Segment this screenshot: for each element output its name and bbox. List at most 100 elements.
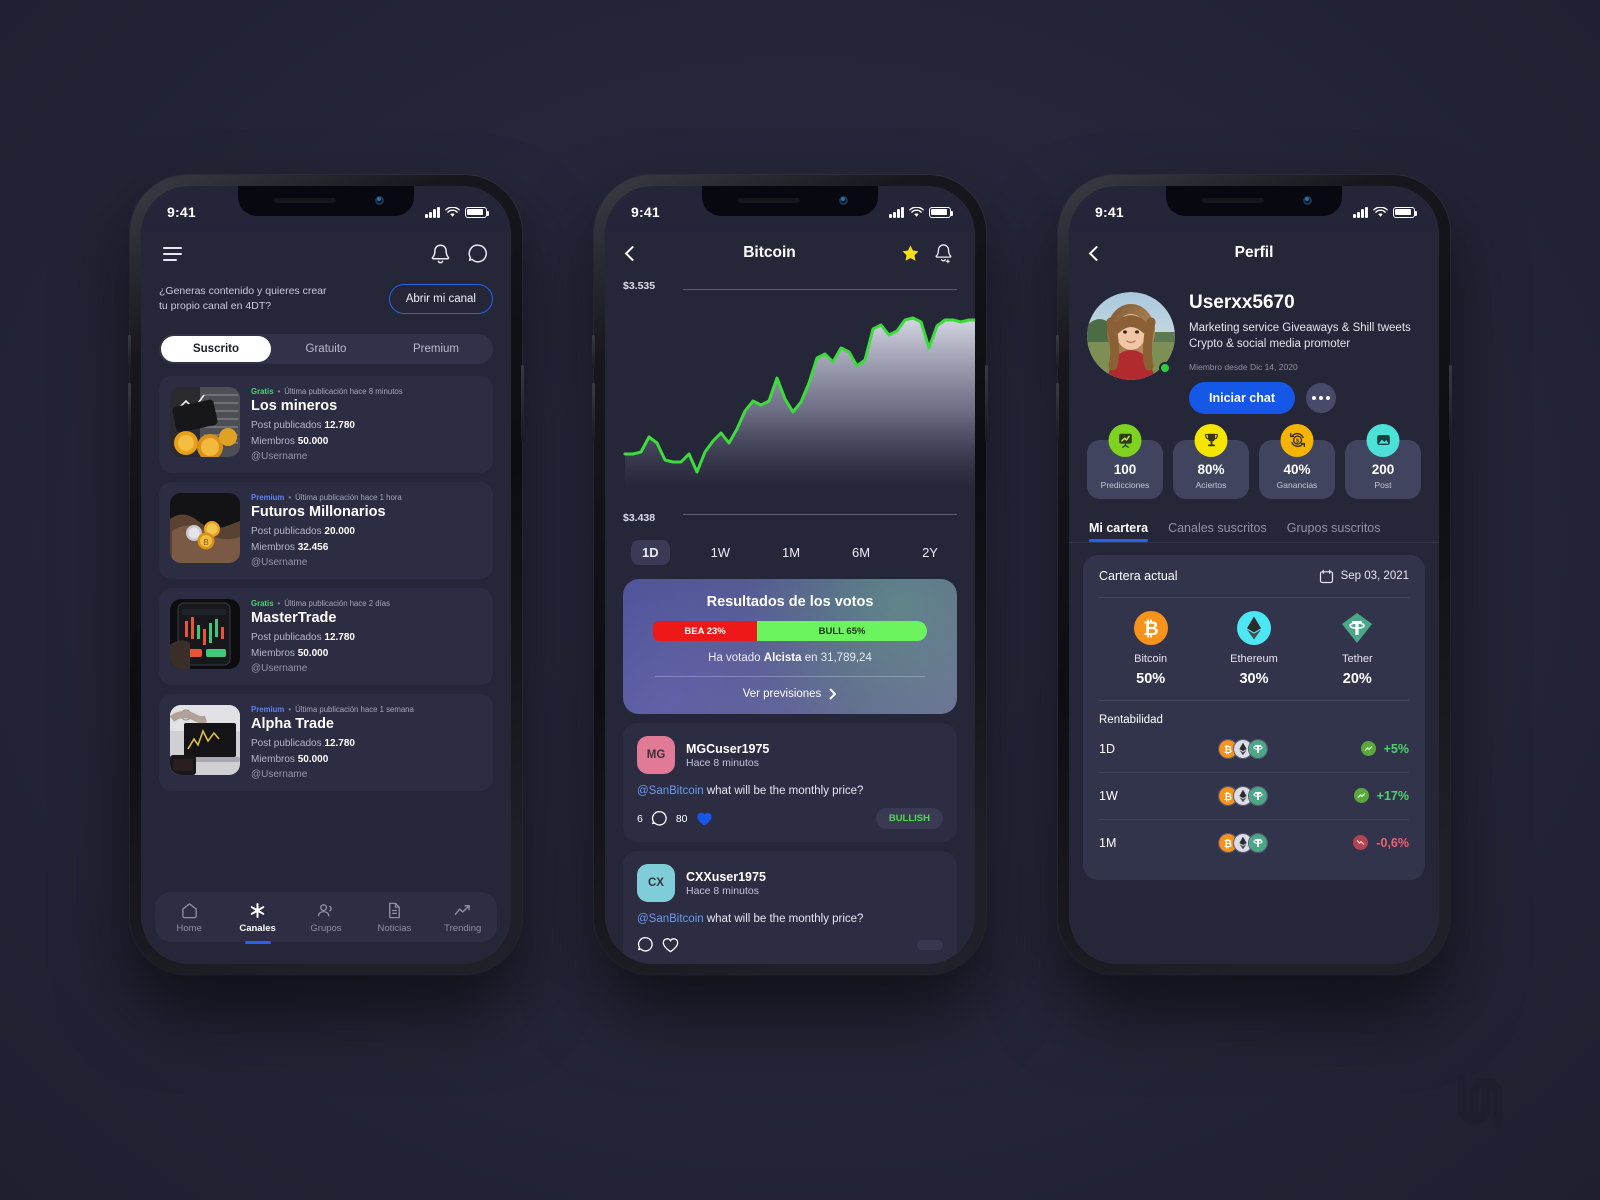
- tab-canales-suscritos[interactable]: Canales suscritos: [1168, 521, 1267, 542]
- avatar-wrapper[interactable]: [1087, 292, 1175, 380]
- range-1m[interactable]: 1M: [771, 540, 811, 565]
- table-row[interactable]: 1W ₿ +17%: [1099, 773, 1409, 819]
- segment-premium[interactable]: Premium: [381, 336, 491, 362]
- chat-bubble-icon[interactable]: [467, 243, 489, 265]
- vote-bar: BEA 23% BULL 65%: [653, 621, 927, 641]
- front-camera: [839, 196, 848, 205]
- tab-trending[interactable]: Trending: [432, 901, 494, 934]
- coin-bitcoin[interactable]: ₿ Bitcoin 50%: [1099, 610, 1202, 687]
- range-selector: 1D 1W 1M 6M 2Y: [605, 528, 975, 573]
- start-chat-button[interactable]: Iniciar chat: [1189, 381, 1295, 414]
- tab-label: Trending: [444, 922, 482, 934]
- coin-tether[interactable]: Tether 20%: [1306, 611, 1409, 687]
- vote-bar-bear: BEA 23%: [653, 621, 758, 641]
- notch: [702, 186, 878, 216]
- trending-up-icon: [454, 904, 471, 915]
- tab-label: Canales: [239, 922, 276, 934]
- tab-home[interactable]: Home: [158, 901, 220, 934]
- channel-last-post: Última publicación hace 8 minutos: [284, 387, 403, 397]
- profile-stats: 100 Predicciones 80% Aciertos $ 40% Gana…: [1069, 414, 1439, 499]
- status-time: 9:41: [1095, 204, 1124, 220]
- list-item[interactable]: B Premium • Última publicación hace 1 ho…: [159, 482, 493, 580]
- mockup-stage: 9:41 ¿Generas contenido y quieres crear …: [0, 0, 1600, 1200]
- table-row[interactable]: 1M ₿ -0,6%: [1099, 820, 1409, 866]
- wifi-icon: [445, 206, 460, 217]
- comment-bubble-icon[interactable]: [651, 810, 668, 827]
- range-1d[interactable]: 1D: [631, 540, 670, 565]
- gridline-bottom: [683, 514, 957, 515]
- tab-mi-cartera[interactable]: Mi cartera: [1089, 521, 1149, 542]
- page-title: Bitcoin: [743, 244, 796, 261]
- comment-card[interactable]: MG MGCuser1975 Hace 8 minutos @SanBitcoi…: [623, 723, 957, 842]
- price-chart: $3.535 $3.438: [605, 276, 975, 528]
- heart-outline-icon[interactable]: [662, 937, 679, 953]
- comment-author: MGCuser1975: [686, 741, 770, 756]
- tab-active-indicator: [244, 940, 271, 944]
- channel-members: Miembros 32.456: [251, 541, 329, 553]
- comment-card[interactable]: CX CXXuser1975 Hace 8 minutos @SanBitcoi…: [623, 851, 957, 964]
- hamburger-icon[interactable]: [163, 247, 182, 261]
- channel-info: Gratis • Última publicación hace 2 días …: [251, 599, 482, 674]
- table-row[interactable]: 1D ₿ +5%: [1099, 726, 1409, 772]
- stat-aciertos[interactable]: 80% Aciertos: [1173, 423, 1249, 499]
- status-time: 9:41: [631, 204, 660, 220]
- channel-info: Premium • Última publicación hace 1 sema…: [251, 705, 482, 780]
- earpiece-speaker: [274, 198, 336, 203]
- range-6m[interactable]: 6M: [841, 540, 881, 565]
- more-options-icon[interactable]: [1306, 382, 1336, 413]
- comment-mention[interactable]: @SanBitcoin: [637, 785, 704, 797]
- comment-mention[interactable]: @SanBitcoin: [637, 913, 704, 925]
- channel-username: @Usernamе: [251, 663, 308, 675]
- tab-grupos[interactable]: Grupos: [295, 901, 357, 934]
- tab-canales[interactable]: Canales: [227, 901, 289, 944]
- calendar-icon: [1319, 569, 1333, 583]
- segment-gratuito[interactable]: Gratuito: [271, 336, 381, 362]
- status-badge: BULLISH: [875, 808, 943, 829]
- bell-icon[interactable]: [430, 243, 451, 266]
- comment-bubble-icon[interactable]: [637, 936, 654, 953]
- tab-noticias[interactable]: Noticias: [363, 901, 425, 934]
- profile-name: Userxx5670: [1189, 292, 1295, 313]
- phone3-navbar: Perfil: [1069, 230, 1439, 276]
- row-period: 1M: [1099, 835, 1117, 850]
- list-item[interactable]: Gratis • Última publicación hace 8 minut…: [159, 376, 493, 474]
- bell-add-icon[interactable]: [934, 243, 953, 264]
- vote-results-title: Resultados de los votos: [706, 594, 874, 610]
- thumbnail-laptop-desk: [170, 705, 240, 776]
- row-value: +5%: [1327, 741, 1409, 757]
- chart-board-icon: [1108, 423, 1142, 457]
- star-icon[interactable]: [901, 244, 920, 263]
- channel-username: @Usernamе: [251, 451, 308, 463]
- range-1w[interactable]: 1W: [700, 540, 742, 565]
- wifi-icon: [909, 206, 924, 217]
- stat-predicciones[interactable]: 100 Predicciones: [1087, 423, 1163, 499]
- heart-icon[interactable]: [696, 811, 713, 827]
- signal-icon: [1353, 206, 1368, 218]
- list-item[interactable]: Gratis • Última publicación hace 2 días …: [159, 588, 493, 686]
- row-period: 1D: [1099, 741, 1115, 756]
- wallet-date[interactable]: Sep 03, 2021: [1319, 569, 1409, 584]
- phone2-navbar: Bitcoin: [605, 230, 975, 276]
- tab-label: Grupos: [310, 922, 342, 934]
- profile-tabs: Mi cartera Canales suscritos Grupos susc…: [1069, 499, 1439, 542]
- stat-value: 80%: [1197, 461, 1225, 477]
- range-2y[interactable]: 2Y: [911, 540, 949, 565]
- stat-post[interactable]: 200 Post: [1345, 423, 1421, 499]
- tab-grupos-suscritos[interactable]: Grupos suscritos: [1287, 521, 1381, 542]
- meta-separator: •: [288, 705, 292, 715]
- battery-icon: [929, 206, 953, 218]
- segment-suscrito[interactable]: Suscrito: [161, 336, 271, 363]
- tab-label: Home: [176, 922, 202, 934]
- row-coins: ₿: [1159, 738, 1327, 759]
- thumbnail-trading-phone: [170, 599, 240, 670]
- divider: [1099, 699, 1409, 701]
- stat-ganancias[interactable]: $ 40% Ganancias: [1259, 423, 1335, 499]
- see-forecasts-link[interactable]: Ver previsiones: [639, 688, 941, 700]
- phone-profile: 9:41 Perfil Userxx5670 Marketing service…: [1056, 175, 1452, 975]
- money-refresh-icon: $: [1280, 423, 1314, 457]
- channel-last-post: Última publicación hace 1 hora: [295, 493, 402, 503]
- wallet-card: Cartera actual Sep 03, 2021 ₿ Bitcoin 50…: [1083, 554, 1425, 880]
- open-channel-button[interactable]: Abrir mi canal: [388, 284, 493, 315]
- coin-ethereum[interactable]: Ethereum 30%: [1202, 610, 1305, 687]
- list-item[interactable]: Premium • Última publicación hace 1 sema…: [159, 694, 493, 792]
